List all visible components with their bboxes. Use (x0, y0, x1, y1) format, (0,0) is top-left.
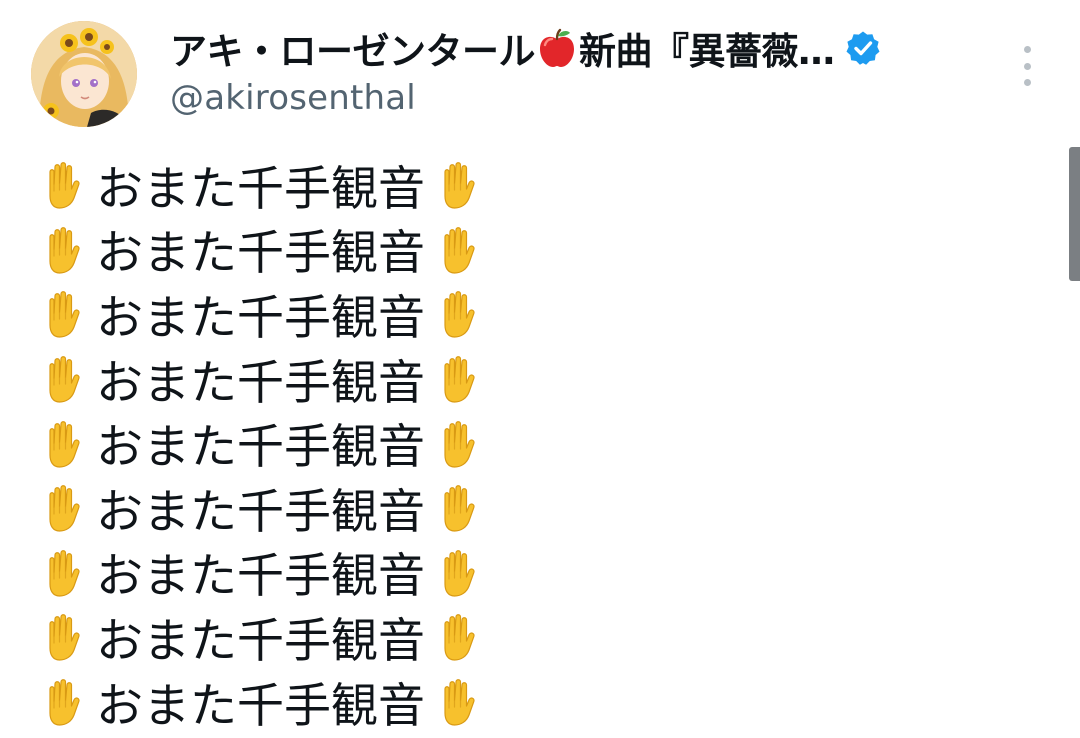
tweet-text-line-label: おまた千手観音 (96, 484, 425, 540)
scrollbar[interactable] (1069, 147, 1080, 281)
raised-hand-icon (431, 158, 483, 210)
more-vertical-icon-dot (1023, 79, 1031, 86)
tweet-header: アキ・ローゼンタール 新曲『異薔薇… @akirosenthal (0, 0, 1080, 140)
tweet-text-line: おまた千手観音 (36, 217, 736, 282)
display-name[interactable]: アキ・ローゼンタール (170, 21, 536, 75)
avatar[interactable] (31, 21, 137, 127)
raised-hand-icon (36, 610, 88, 662)
raised-hand-icon (431, 223, 483, 275)
tweet-text-line-label: おまた千手観音 (96, 226, 425, 282)
tweet-text-line-label: おまた千手観音 (96, 161, 425, 217)
display-name-row[interactable]: アキ・ローゼンタール 新曲『異薔薇… (170, 20, 881, 76)
raised-hand-icon (36, 546, 88, 598)
tweet-text: おまた千手観音 おまた千手観音 おまた千手観音 おまた千手観音 おまた千手観音 (36, 152, 736, 734)
raised-hand-icon (36, 287, 88, 339)
tweet-text-line: おまた千手観音 (36, 540, 736, 605)
display-name-suffix[interactable]: 新曲『異薔薇… (579, 21, 835, 75)
more-vertical-icon-dot (1023, 62, 1031, 70)
tweet-text-line-label: おまた千手観音 (96, 290, 425, 346)
raised-hand-icon (36, 417, 88, 469)
tweet-text-line: おまた千手観音 (36, 346, 736, 411)
tweet-text-line-label: おまた千手観音 (96, 613, 425, 669)
tweet-text-line-label: おまた千手観音 (96, 420, 425, 476)
tweet-text-line: おまた千手観音 (36, 410, 736, 475)
apple-icon (537, 27, 577, 69)
raised-hand-icon (431, 481, 483, 533)
tweet-text-line: おまた千手観音 (36, 669, 736, 734)
tweet-view: アキ・ローゼンタール 新曲『異薔薇… @akirosenthal おまた千手観音… (0, 0, 1080, 738)
raised-hand-icon (36, 481, 88, 533)
more-menu-button[interactable] (1010, 42, 1044, 90)
tweet-text-line: おまた千手観音 (36, 604, 736, 669)
raised-hand-icon (431, 287, 483, 339)
tweet-text-line-label: おまた千手観音 (96, 355, 425, 411)
raised-hand-icon (36, 223, 88, 275)
more-vertical-icon (1023, 46, 1031, 53)
avatar-icon (31, 21, 137, 127)
tweet-text-line: おまた千手観音 (36, 152, 736, 217)
raised-hand-icon (431, 352, 483, 404)
raised-hand-icon (431, 417, 483, 469)
raised-hand-icon (431, 610, 483, 662)
verified-badge-icon (845, 30, 881, 66)
tweet-text-line-label: おまた千手観音 (96, 678, 425, 734)
user-handle[interactable]: @akirosenthal (170, 78, 416, 118)
raised-hand-icon (431, 675, 483, 727)
raised-hand-icon (36, 158, 88, 210)
raised-hand-icon (36, 352, 88, 404)
raised-hand-icon (36, 675, 88, 727)
tweet-text-line: おまた千手観音 (36, 281, 736, 346)
raised-hand-icon (431, 546, 483, 598)
tweet-text-line: おまた千手観音 (36, 475, 736, 540)
tweet-text-line-label: おまた千手観音 (96, 549, 425, 605)
